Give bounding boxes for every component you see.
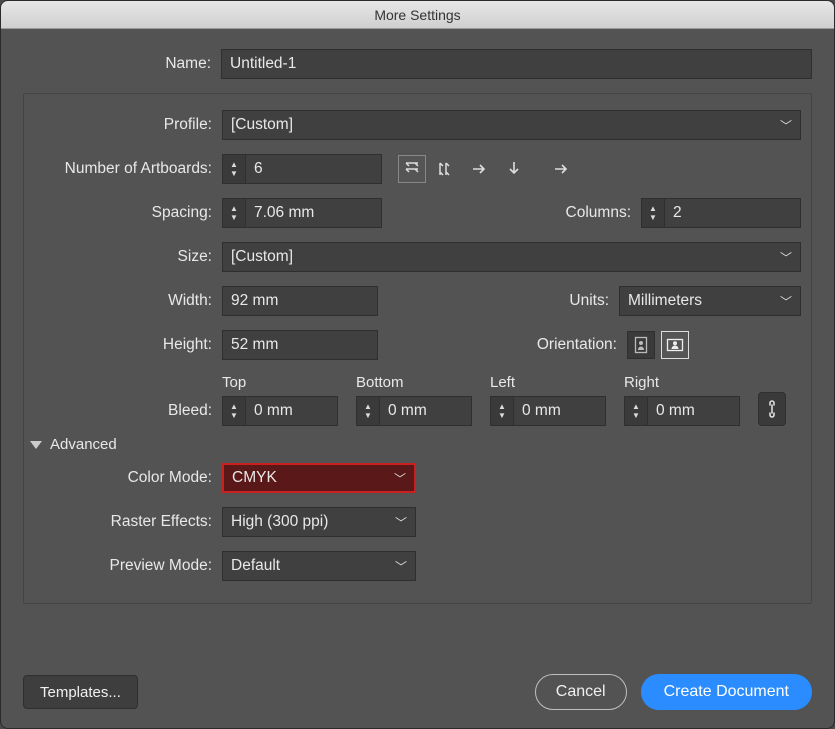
- units-dropdown[interactable]: Millimeters ﹀: [619, 286, 801, 316]
- profile-label: Profile:: [28, 116, 222, 134]
- chevron-down-icon: ﹀: [395, 514, 407, 531]
- chevron-down-icon: ﹀: [780, 117, 792, 134]
- size-label: Size:: [28, 248, 222, 266]
- columns-input[interactable]: 2: [665, 198, 801, 228]
- orientation-label: Orientation:: [509, 336, 627, 354]
- create-document-button[interactable]: Create Document: [641, 674, 812, 710]
- height-label: Height:: [28, 336, 222, 354]
- preview-mode-label: Preview Mode:: [28, 557, 222, 575]
- stepper-arrows-icon[interactable]: ▲▼: [641, 198, 665, 228]
- spacing-stepper[interactable]: ▲▼ 7.06 mm: [222, 198, 382, 228]
- bleed-right-stepper[interactable]: ▲▼ 0 mm: [624, 396, 740, 426]
- name-label: Name:: [23, 55, 221, 73]
- chevron-down-icon: ﹀: [780, 293, 792, 310]
- width-input[interactable]: 92 mm: [222, 286, 378, 316]
- size-dropdown[interactable]: [Custom] ﹀: [222, 242, 801, 272]
- titlebar: More Settings: [1, 1, 834, 29]
- stepper-arrows-icon[interactable]: ▲▼: [624, 396, 648, 426]
- chevron-down-icon: ﹀: [394, 470, 406, 487]
- dialog-footer: Templates... Cancel Create Document: [1, 668, 834, 728]
- dialog-content: Name: Untitled-1 Profile: [Custom] ﹀ Num…: [1, 29, 834, 668]
- num-artboards-input[interactable]: 6: [246, 154, 382, 184]
- raster-effects-dropdown[interactable]: High (300 ppi) ﹀: [222, 507, 416, 537]
- num-artboards-label: Number of Artboards:: [28, 160, 222, 178]
- height-input[interactable]: 52 mm: [222, 330, 378, 360]
- bleed-link-button[interactable]: [758, 392, 786, 426]
- name-input[interactable]: Untitled-1: [221, 49, 812, 79]
- stepper-arrows-icon[interactable]: ▲▼: [222, 154, 246, 184]
- num-artboards-stepper[interactable]: ▲▼ 6: [222, 154, 382, 184]
- templates-button[interactable]: Templates...: [23, 675, 138, 709]
- window-title: More Settings: [374, 7, 460, 23]
- units-label: Units:: [559, 292, 619, 310]
- bleed-right-label: Right: [624, 374, 659, 391]
- columns-label: Columns:: [551, 204, 641, 222]
- orientation-landscape-button[interactable]: [661, 331, 689, 359]
- color-mode-dropdown[interactable]: CMYK ﹀: [222, 463, 416, 493]
- width-label: Width:: [28, 292, 222, 310]
- bleed-label: Bleed:: [28, 402, 222, 426]
- orientation-portrait-button[interactable]: [627, 331, 655, 359]
- bleed-top-label: Top: [222, 374, 246, 391]
- cancel-button[interactable]: Cancel: [535, 674, 627, 710]
- advanced-disclosure[interactable]: Advanced: [30, 436, 801, 453]
- spacing-input[interactable]: 7.06 mm: [246, 198, 382, 228]
- spacing-label: Spacing:: [28, 204, 222, 222]
- disclosure-triangle-icon: [30, 441, 42, 449]
- more-settings-dialog: More Settings Name: Untitled-1 Profile: …: [0, 0, 835, 729]
- columns-stepper[interactable]: ▲▼ 2: [641, 198, 801, 228]
- grid-by-col-icon[interactable]: [432, 155, 460, 183]
- chevron-down-icon: ﹀: [395, 558, 407, 575]
- grid-by-row-icon[interactable]: [398, 155, 426, 183]
- bleed-left-input[interactable]: 0 mm: [514, 396, 606, 426]
- row-ltr-icon[interactable]: [466, 155, 494, 183]
- stepper-arrows-icon[interactable]: ▲▼: [222, 396, 246, 426]
- bleed-right-input[interactable]: 0 mm: [648, 396, 740, 426]
- preview-mode-dropdown[interactable]: Default ﹀: [222, 551, 416, 581]
- bleed-bottom-input[interactable]: 0 mm: [380, 396, 472, 426]
- bleed-bottom-stepper[interactable]: ▲▼ 0 mm: [356, 396, 472, 426]
- bleed-left-label: Left: [490, 374, 515, 391]
- artboard-arrangement-icons: [398, 155, 576, 183]
- bleed-bottom-label: Bottom: [356, 374, 404, 391]
- document-section: Profile: [Custom] ﹀ Number of Artboards:…: [23, 93, 812, 604]
- col-down-icon[interactable]: [500, 155, 528, 183]
- raster-effects-label: Raster Effects:: [28, 513, 222, 531]
- color-mode-label: Color Mode:: [28, 469, 222, 487]
- bleed-top-input[interactable]: 0 mm: [246, 396, 338, 426]
- bleed-left-stepper[interactable]: ▲▼ 0 mm: [490, 396, 606, 426]
- stepper-arrows-icon[interactable]: ▲▼: [490, 396, 514, 426]
- bleed-top-stepper[interactable]: ▲▼ 0 mm: [222, 396, 338, 426]
- stepper-arrows-icon[interactable]: ▲▼: [222, 198, 246, 228]
- row-rtl-icon[interactable]: [548, 155, 576, 183]
- chevron-down-icon: ﹀: [780, 249, 792, 266]
- stepper-arrows-icon[interactable]: ▲▼: [356, 396, 380, 426]
- profile-dropdown[interactable]: [Custom] ﹀: [222, 110, 801, 140]
- advanced-label: Advanced: [50, 436, 117, 453]
